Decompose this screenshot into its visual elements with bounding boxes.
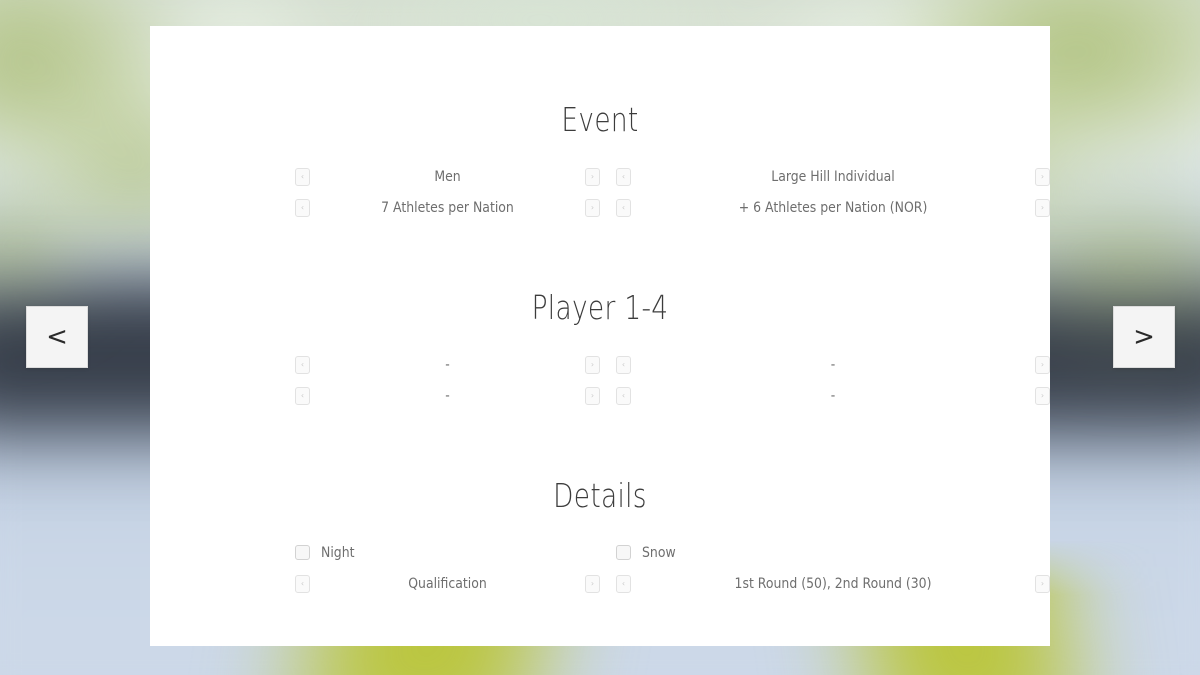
player-4-prev-button[interactable]: ‹ [616,386,631,405]
option-row: ‹ 7 Athletes per Nation › ‹ + 6 Athletes… [150,192,1050,223]
event-gender-prev-button[interactable]: ‹ [295,167,310,186]
snow-checkbox-cell: Snow [600,545,1050,561]
rounds-value: 1st Round (50), 2nd Round (30) [734,575,932,592]
details-option-rows: Night Snow ‹ Qualification › ‹ 1st Round… [150,537,1050,599]
snow-checkbox[interactable] [616,545,631,560]
event-discipline-next-button[interactable]: › [1035,167,1050,186]
option-row: ‹ - › ‹ - › [150,380,1050,411]
event-gender-control: ‹ Men › [150,167,600,186]
section-title-details: Details [553,476,647,515]
player-2-next-button[interactable]: › [1035,355,1050,374]
event-host-nation-bonus-prev-button[interactable]: ‹ [616,198,631,217]
qualification-value: Qualification [408,575,487,592]
player-option-rows: ‹ - › ‹ - › ‹ - › ‹ - › [150,349,1050,411]
player-3-value: - [445,387,450,404]
player-1-value: - [445,356,450,373]
player-1-control: ‹ - › [150,355,600,374]
screen-root: < > Event ‹ Men › ‹ Large Hill Individua… [0,0,1200,675]
night-checkbox-label: Night [321,544,355,561]
details-checkbox-row: Night Snow [150,537,1050,568]
player-1-next-button[interactable]: › [585,355,600,374]
next-page-button[interactable]: > [1113,306,1175,368]
event-athletes-per-nation-control: ‹ 7 Athletes per Nation › [150,198,600,217]
event-host-nation-bonus-next-button[interactable]: › [1035,198,1050,217]
section-title-player: Player 1-4 [531,288,669,327]
event-option-rows: ‹ Men › ‹ Large Hill Individual › ‹ 7 At… [150,161,1050,223]
player-3-control: ‹ - › [150,386,600,405]
player-4-next-button[interactable]: › [1035,386,1050,405]
event-athletes-per-nation-value: 7 Athletes per Nation [381,199,514,216]
rounds-control: ‹ 1st Round (50), 2nd Round (30) › [600,574,1050,593]
event-discipline-value: Large Hill Individual [771,168,895,185]
player-4-value: - [830,387,836,404]
event-gender-next-button[interactable]: › [585,167,600,186]
event-discipline-control: ‹ Large Hill Individual › [600,167,1050,186]
previous-page-button[interactable]: < [26,306,88,368]
night-checkbox[interactable] [295,545,310,560]
event-host-nation-bonus-value: + 6 Athletes per Nation (NOR) [738,199,928,216]
event-host-nation-bonus-control: ‹ + 6 Athletes per Nation (NOR) › [600,198,1050,217]
option-row: ‹ Qualification › ‹ 1st Round (50), 2nd … [150,568,1050,599]
option-row: ‹ Men › ‹ Large Hill Individual › [150,161,1050,192]
chevron-right-icon: > [1133,322,1155,352]
player-3-prev-button[interactable]: ‹ [295,386,310,405]
chevron-left-icon: < [46,322,68,352]
snow-checkbox-label: Snow [642,544,676,561]
rounds-next-button[interactable]: › [1035,574,1050,593]
player-1-prev-button[interactable]: ‹ [295,355,310,374]
qualification-prev-button[interactable]: ‹ [295,574,310,593]
section-event: Event ‹ Men › ‹ Large Hill Individual › [150,100,1050,223]
player-2-value: - [830,356,836,373]
player-3-next-button[interactable]: › [585,386,600,405]
player-4-control: ‹ - › [600,386,1050,405]
night-checkbox-cell: Night [150,545,600,561]
option-row: ‹ - › ‹ - › [150,349,1050,380]
player-2-prev-button[interactable]: ‹ [616,355,631,374]
event-discipline-prev-button[interactable]: ‹ [616,167,631,186]
section-player: Player 1-4 ‹ - › ‹ - › ‹ - › ‹ - › [150,288,1050,411]
qualification-control: ‹ Qualification › [150,574,600,593]
section-title-event: Event [561,100,639,139]
settings-panel: Event ‹ Men › ‹ Large Hill Individual › [150,26,1050,646]
event-athletes-per-nation-prev-button[interactable]: ‹ [295,198,310,217]
event-gender-value: Men [434,168,461,185]
qualification-next-button[interactable]: › [585,574,600,593]
event-athletes-per-nation-next-button[interactable]: › [585,198,600,217]
section-details: Details Night Snow ‹ Qualification › ‹ 1… [150,476,1050,599]
rounds-prev-button[interactable]: ‹ [616,574,631,593]
player-2-control: ‹ - › [600,355,1050,374]
